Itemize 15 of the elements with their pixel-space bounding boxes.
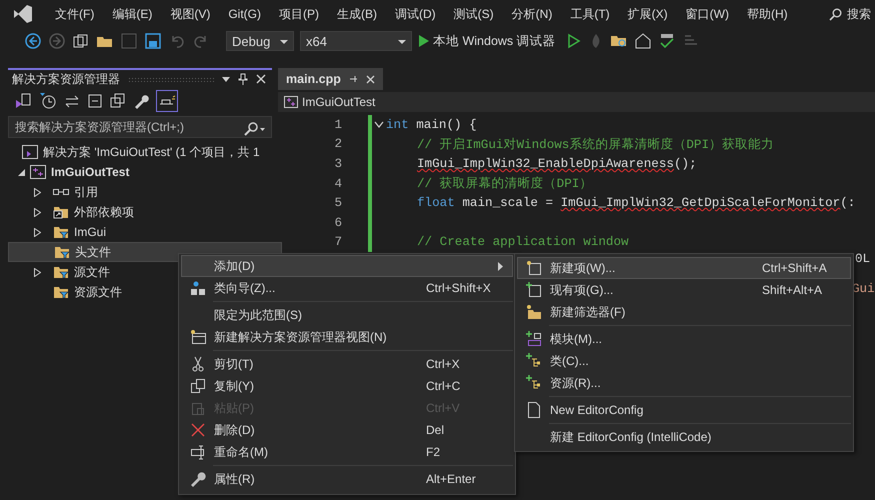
line-number: 1: [333, 118, 342, 132]
code-line: // 获取屏幕的清晰度（DPI）: [417, 176, 592, 192]
code-line: // Create application window: [417, 235, 629, 250]
code-line: ImGui_ImplWin32_EnableDpiAwareness();: [417, 156, 697, 171]
code-fragment: 0L: [855, 252, 870, 266]
code-line: // 开启ImGui对Windows系统的屏幕清晰度（DPI）获取能力: [417, 136, 774, 153]
line-number: 4: [333, 176, 342, 191]
line-number: 7: [333, 235, 342, 250]
panel-title: 解决方案资源管理器: [12, 70, 120, 88]
line-number: 3: [333, 156, 342, 171]
code-line: float main_scale = ImGui_ImplWin32_GetDpiScaleForMonitor(:: [417, 196, 856, 210]
line-number: 6: [333, 216, 342, 230]
line-number: 5: [333, 196, 342, 210]
code-line: int main() {: [386, 118, 477, 132]
line-number: 2: [333, 137, 342, 152]
